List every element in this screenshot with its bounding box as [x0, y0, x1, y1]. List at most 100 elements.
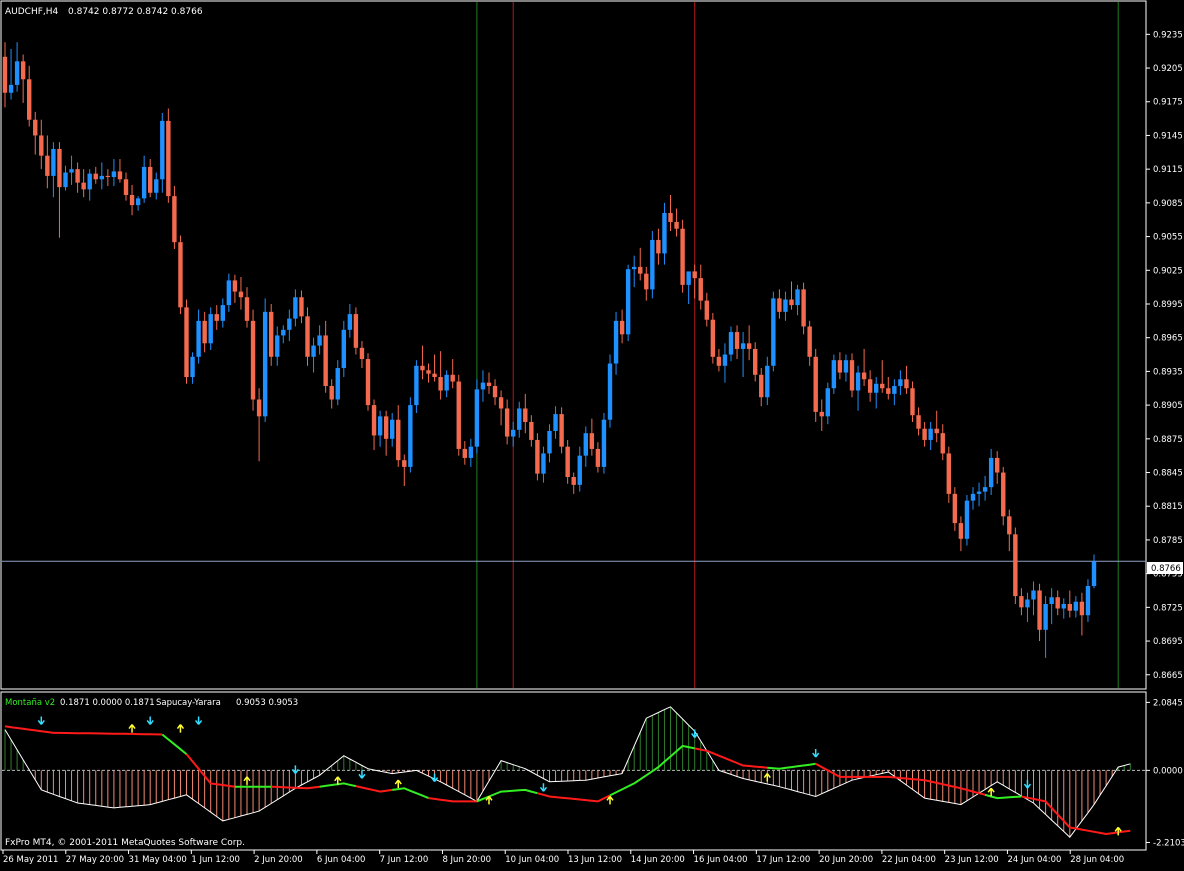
candle-body: [559, 414, 564, 447]
price-tick-label: 0.8905: [1153, 401, 1183, 411]
candle-body: [589, 433, 595, 449]
price-tick-label: 0.8815: [1153, 502, 1183, 512]
candle-body: [45, 155, 50, 176]
candle-body: [910, 388, 915, 416]
candle-body: [226, 280, 232, 306]
mt4-chart-window[interactable]: 0.9235 0.9205 0.9175 0.9145 0.9115 0.9085 0.90…: [0, 0, 1184, 867]
candle-body: [250, 320, 256, 400]
candle-body: [746, 343, 752, 349]
indicator-name: Montaña v2: [5, 698, 55, 708]
candle-body: [190, 356, 195, 378]
candle-body: [27, 79, 32, 120]
candle-body: [117, 171, 123, 180]
time-tick-label: 28 Jun 04:00: [1070, 855, 1124, 865]
candle-body: [988, 457, 994, 488]
candle-body: [1019, 596, 1024, 608]
candle-body: [686, 271, 691, 285]
candle-body: [607, 363, 613, 420]
time-tick-label: 10 Jun 04:00: [505, 855, 559, 865]
candle-body: [1079, 601, 1085, 616]
candle-body: [1061, 603, 1066, 609]
candle-body: [293, 297, 298, 319]
candle-body: [123, 179, 129, 196]
candle-body: [202, 320, 207, 344]
chart-canvas[interactable]: 0.9235 0.9205 0.9175 0.9145 0.9115 0.9085 0.90…: [0, 0, 1184, 867]
candle-body: [69, 169, 74, 173]
candle-body: [789, 299, 794, 306]
candle-body: [541, 453, 546, 474]
candle-body: [492, 386, 498, 398]
candle-body: [93, 173, 98, 180]
price-tick-label: 0.9175: [1153, 98, 1183, 108]
candle-body: [619, 320, 625, 335]
candle-body: [323, 335, 328, 387]
candle-body: [420, 365, 425, 371]
candle-body: [976, 491, 982, 494]
candle-body: [111, 171, 117, 178]
candle-body: [414, 365, 419, 406]
candle-body: [287, 318, 292, 330]
candle-body: [716, 356, 722, 366]
time-tick-label: 16 Jun 04:00: [694, 855, 748, 865]
time-tick-label: 14 Jun 20:00: [631, 855, 685, 865]
candle-body: [329, 386, 334, 400]
candle-body: [2, 56, 8, 93]
candle-body: [698, 278, 703, 301]
candle-body: [1001, 472, 1006, 517]
candle-body: [359, 347, 365, 360]
candle-body: [529, 421, 534, 440]
time-tick-label: 1 Jun 12:00: [191, 855, 240, 865]
candle-body: [995, 457, 1000, 473]
candle-body: [855, 372, 861, 391]
candle-body: [674, 221, 679, 229]
candle-body: [807, 326, 812, 357]
candle: [262, 298, 268, 422]
candle-body: [565, 446, 570, 478]
candle: [964, 494, 970, 546]
candle-body: [1055, 597, 1060, 609]
candle-body: [232, 280, 238, 292]
candle-body: [129, 195, 135, 206]
candle-body: [341, 329, 346, 369]
candle-body: [148, 166, 153, 193]
candle-body: [408, 405, 413, 467]
candle-body: [595, 448, 601, 467]
candle-body: [722, 354, 728, 366]
candle-body: [517, 408, 522, 430]
candle-body: [444, 374, 449, 391]
candle-body: [825, 388, 830, 417]
candle-body: [644, 273, 649, 290]
candle-body: [795, 289, 800, 306]
candle-body: [39, 135, 44, 156]
candle-body: [135, 198, 141, 206]
candle-body: [656, 239, 661, 254]
candle-body: [880, 383, 885, 389]
candle-body: [759, 374, 764, 398]
candle-body: [1073, 601, 1079, 611]
candle-body: [154, 179, 159, 193]
candle-body: [783, 299, 788, 312]
candle-body: [1037, 590, 1042, 630]
candle-body: [220, 305, 225, 321]
candle: [710, 312, 716, 364]
candle-body: [874, 383, 879, 393]
candle-body: [837, 360, 843, 373]
candle-body: [305, 316, 310, 357]
candle-body: [831, 360, 837, 389]
candle-body: [20, 61, 26, 80]
second-indicator-name: Sapucay-Yarara: [156, 698, 221, 708]
candle-body: [843, 360, 849, 373]
candle-body: [383, 416, 389, 439]
candle-body: [87, 173, 92, 190]
candle-body: [269, 311, 274, 357]
candle-body: [275, 335, 280, 357]
candle: [166, 108, 171, 203]
price-tick-label: 0.9055: [1153, 233, 1183, 243]
candle-body: [504, 408, 510, 437]
candle-body: [311, 345, 316, 357]
price-tick-label: 0.9235: [1153, 30, 1183, 40]
candle-body: [262, 311, 268, 417]
candle-body: [468, 446, 474, 458]
candle: [269, 303, 274, 366]
candle: [178, 235, 183, 315]
